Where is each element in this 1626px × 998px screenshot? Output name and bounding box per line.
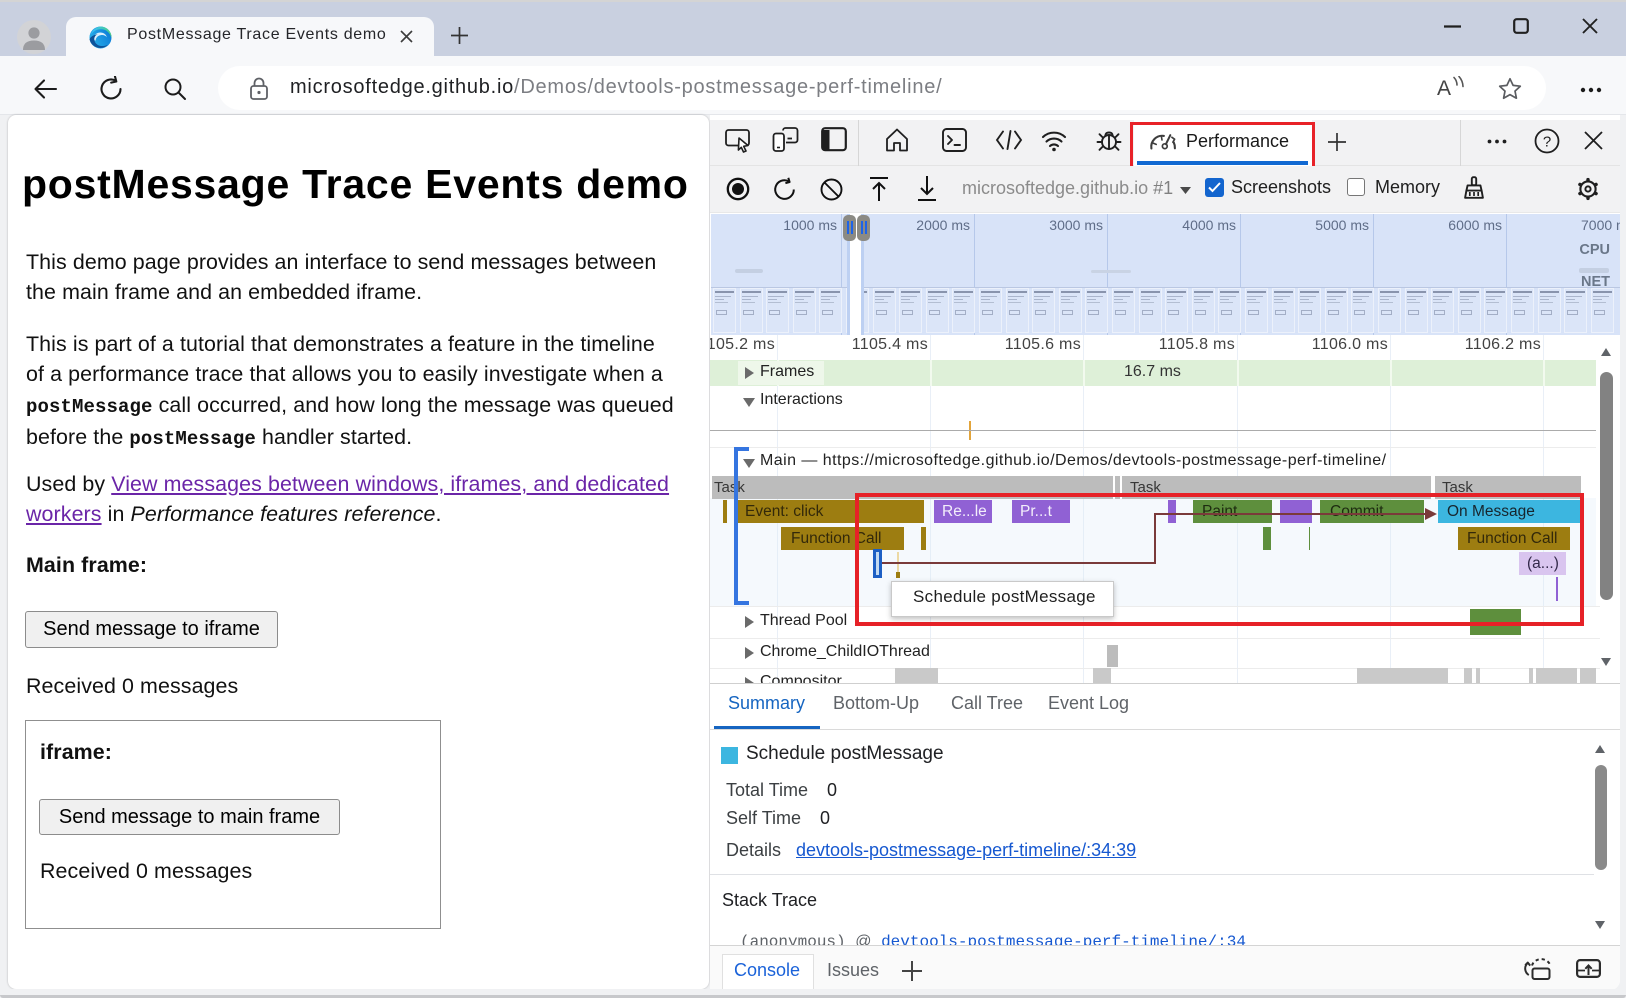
svg-text:?: ?	[1543, 134, 1551, 151]
